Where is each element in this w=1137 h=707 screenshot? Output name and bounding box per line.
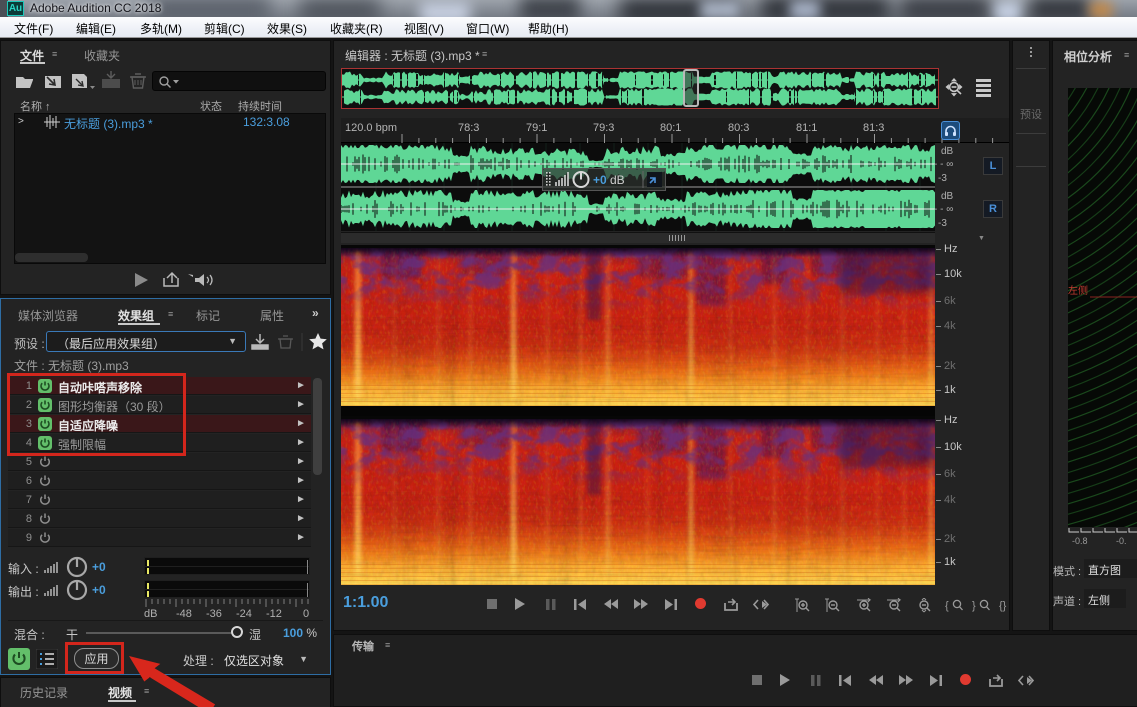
- svg-text:{}: {}: [999, 600, 1007, 612]
- svg-text:左侧: 左侧: [1068, 284, 1088, 297]
- svg-text:dB: dB: [610, 173, 625, 187]
- svg-text:{: {: [945, 600, 949, 612]
- svg-text:}: }: [972, 600, 976, 612]
- svg-text:+0: +0: [593, 173, 607, 187]
